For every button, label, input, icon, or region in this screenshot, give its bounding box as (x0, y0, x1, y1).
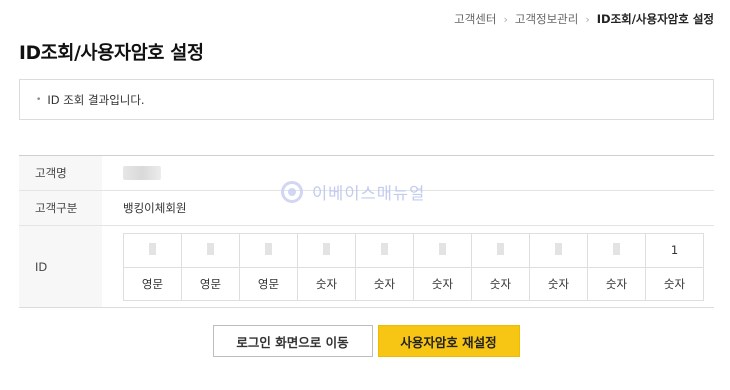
id-char-cell (239, 232, 298, 268)
id-char-cell (529, 232, 588, 268)
breadcrumb-item[interactable]: 고객센터 (454, 11, 496, 27)
customer-type-label: 고객구분 (19, 191, 102, 225)
id-kind-cell: 영문 (123, 266, 182, 301)
id-kind-cell: 영문 (239, 266, 298, 301)
id-value: 1 영문 영문 영문 숫자 숫자 숫자 숫자 숫자 숫자 숫자 (102, 226, 714, 307)
id-kind-cell: 숫자 (355, 266, 414, 301)
id-char-cell (471, 232, 530, 268)
breadcrumb: 고객센터 › 고객정보관리 › ID조회/사용자암호 설정 (454, 11, 714, 27)
reset-password-button[interactable]: 사용자암호 재설정 (377, 325, 520, 357)
result-message-box: • ID 조회 결과입니다. (19, 79, 714, 120)
id-kind-row: 영문 영문 영문 숫자 숫자 숫자 숫자 숫자 숫자 숫자 (123, 266, 704, 301)
button-row: 로그인 화면으로 이동 사용자암호 재설정 (0, 325, 730, 357)
customer-info-table: 고객명 고객구분 뱅킹이체회원 ID 1 영문 영문 영문 숫자 숫자 숫자 숫자 숫자 숫자 숫… (19, 155, 714, 308)
id-kind-cell: 숫자 (413, 266, 472, 301)
masked-char (439, 242, 446, 255)
id-kind-cell: 숫자 (297, 266, 356, 301)
chevron-right-icon: › (585, 12, 590, 26)
go-to-login-button[interactable]: 로그인 화면으로 이동 (212, 325, 373, 357)
breadcrumb-item[interactable]: 고객정보관리 (515, 11, 578, 27)
page: 고객센터 › 고객정보관리 › ID조회/사용자암호 설정 ID조회/사용자암호… (0, 0, 730, 390)
id-char-cell: 1 (645, 232, 704, 268)
id-char-cell (355, 232, 414, 268)
watermark-text: 이베이스매뉴얼 (312, 184, 426, 203)
table-row: ID 1 영문 영문 영문 숫자 숫자 숫자 숫자 숫자 숫자 숫자 (19, 226, 714, 307)
masked-char (497, 242, 504, 255)
watermark-logo-icon (281, 181, 303, 203)
masked-char (323, 242, 330, 255)
id-kind-cell: 숫자 (645, 266, 704, 301)
id-character-grid: 1 영문 영문 영문 숫자 숫자 숫자 숫자 숫자 숫자 숫자 (123, 232, 704, 301)
masked-char (265, 242, 272, 255)
id-kind-cell: 영문 (181, 266, 240, 301)
masked-char (613, 242, 620, 255)
id-char-cell (181, 232, 240, 268)
bullet-icon: • (36, 94, 42, 105)
customer-name-label: 고객명 (19, 156, 102, 190)
masked-char (149, 242, 156, 255)
masked-char (555, 242, 562, 255)
id-char-cell (413, 232, 472, 268)
id-char-cell (297, 232, 356, 268)
id-char-cell (587, 232, 646, 268)
id-kind-cell: 숫자 (587, 266, 646, 301)
id-char-row: 1 (123, 232, 704, 268)
id-kind-cell: 숫자 (471, 266, 530, 301)
result-message: ID 조회 결과입니다. (47, 92, 145, 107)
chevron-right-icon: › (503, 12, 508, 26)
masked-char (381, 242, 388, 255)
id-kind-cell: 숫자 (529, 266, 588, 301)
breadcrumb-current: ID조회/사용자암호 설정 (596, 12, 714, 26)
id-label: ID (19, 226, 102, 307)
masked-char (207, 242, 214, 255)
id-char-cell (123, 232, 182, 268)
watermark: 이베이스매뉴얼 (281, 180, 425, 204)
masked-name (123, 166, 161, 180)
page-title: ID조회/사용자암호 설정 (19, 43, 204, 64)
